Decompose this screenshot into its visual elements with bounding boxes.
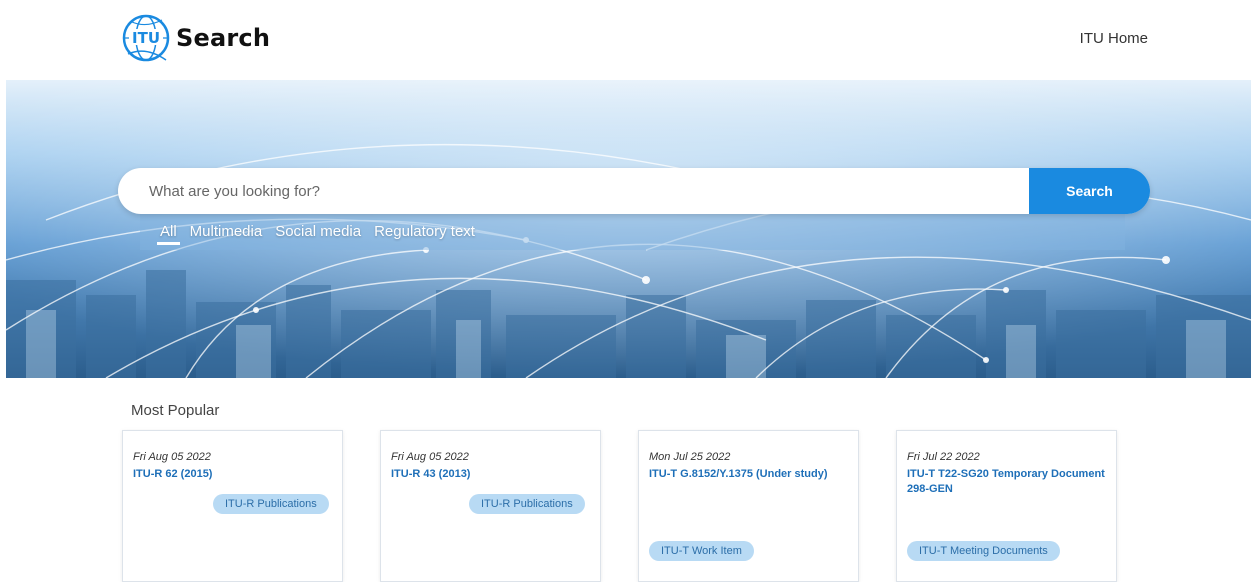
- card-category-tag[interactable]: ITU-R Publications: [213, 494, 329, 514]
- search-input[interactable]: [118, 168, 1029, 214]
- popular-card[interactable]: Mon Jul 25 2022 ITU-T G.8152/Y.1375 (Und…: [638, 430, 859, 582]
- card-title-link[interactable]: ITU-T G.8152/Y.1375 (Under study): [649, 467, 848, 482]
- tab-regulatory-text[interactable]: Regulatory text: [374, 223, 475, 240]
- tab-all[interactable]: All: [157, 223, 180, 245]
- card-date: Mon Jul 25 2022: [649, 451, 731, 463]
- card-category-tag[interactable]: ITU-R Publications: [469, 494, 585, 514]
- site-header: ITU Search ITU Home: [0, 0, 1251, 80]
- itu-search-logo[interactable]: ITU Search: [118, 10, 270, 66]
- popular-card[interactable]: Fri Aug 05 2022 ITU-R 43 (2013) ITU-R Pu…: [380, 430, 601, 582]
- card-date: Fri Jul 22 2022: [907, 451, 980, 463]
- search-bar: Search: [118, 168, 1150, 214]
- tab-social-media[interactable]: Social media: [275, 223, 361, 240]
- search-button[interactable]: Search: [1029, 168, 1150, 214]
- popular-card[interactable]: Fri Aug 05 2022 ITU-R 62 (2015) ITU-R Pu…: [122, 430, 343, 582]
- svg-text:ITU: ITU: [132, 29, 160, 47]
- itu-logo-icon: ITU: [122, 14, 170, 62]
- logo-text: Search: [176, 24, 271, 52]
- card-title-link[interactable]: ITU-R 43 (2013): [391, 467, 590, 482]
- card-date: Fri Aug 05 2022: [133, 451, 211, 463]
- card-category-tag[interactable]: ITU-T Work Item: [649, 541, 754, 561]
- popular-card[interactable]: Fri Jul 22 2022 ITU-T T22-SG20 Temporary…: [896, 430, 1117, 582]
- card-title-link[interactable]: ITU-R 62 (2015): [133, 467, 332, 482]
- itu-home-link[interactable]: ITU Home: [1080, 30, 1148, 47]
- search-category-tabs: All Multimedia Social media Regulatory t…: [157, 223, 488, 245]
- card-date: Fri Aug 05 2022: [391, 451, 469, 463]
- card-category-tag[interactable]: ITU-T Meeting Documents: [907, 541, 1060, 561]
- tab-multimedia[interactable]: Multimedia: [190, 223, 263, 240]
- card-title-link[interactable]: ITU-T T22-SG20 Temporary Document 298-GE…: [907, 467, 1106, 497]
- most-popular-heading: Most Popular: [131, 402, 220, 419]
